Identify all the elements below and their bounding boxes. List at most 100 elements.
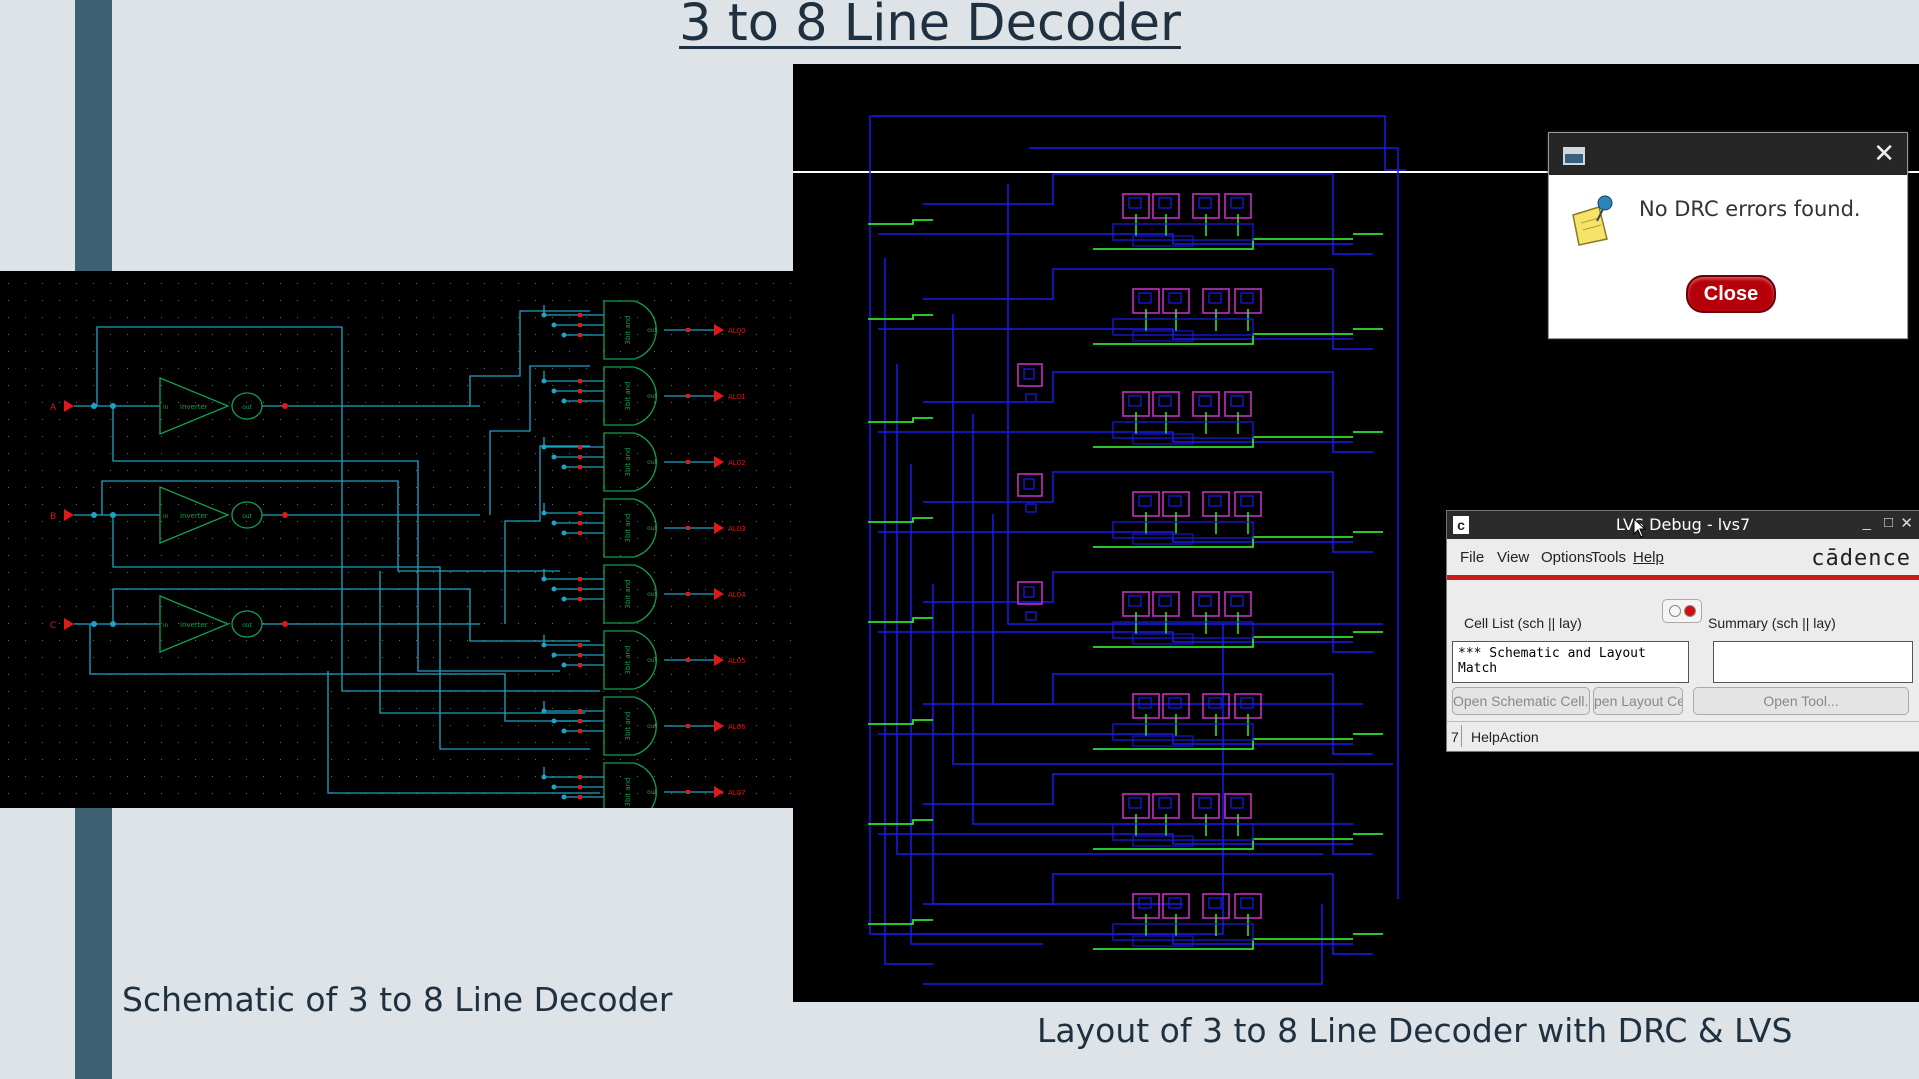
minimize-icon[interactable]: _ [1863,514,1871,531]
grid-dot [773,521,774,522]
grid-dot [42,368,43,369]
grid-dot [654,283,655,284]
grid-dot [212,402,213,403]
grid-dot [8,334,9,335]
grid-dot [552,708,553,709]
grid-dot [586,300,587,301]
grid-dot [212,504,213,505]
view-toggle[interactable] [1662,599,1702,623]
grid-dot [382,300,383,301]
close-button[interactable]: Close [1686,275,1776,313]
close-icon[interactable]: ✕ [1900,514,1913,532]
junction [551,454,557,460]
input-label: A [50,403,57,413]
grid-dot [705,538,706,539]
grid-dot [144,572,145,573]
menu-view[interactable]: View [1497,549,1529,566]
menu-options[interactable]: Options [1541,549,1593,566]
grid-dot [229,725,230,726]
mouse-cursor-icon [1633,518,1647,538]
grid-dot [8,589,9,590]
grid-dot [59,300,60,301]
inverter-pin-in: in [163,513,169,520]
menu-help[interactable]: Help [1633,549,1664,566]
menu-file[interactable]: File [1460,549,1484,566]
grid-dot [42,402,43,403]
grid-dot [229,487,230,488]
open-tool-button[interactable]: Open Tool... [1693,687,1909,715]
grid-dot [790,521,791,522]
grid-dot [144,504,145,505]
grid-dot [144,555,145,556]
grid-dot [671,419,672,420]
grid-dot [110,657,111,658]
grid-dot [773,300,774,301]
cell-list-box[interactable]: *** Schematic and Layout Match [1452,641,1689,683]
close-icon[interactable]: ✕ [1873,139,1895,169]
grid-dot [25,504,26,505]
drc-dialog-titlebar[interactable]: ✕ [1549,133,1907,175]
grid-dot [382,470,383,471]
grid-dot [93,368,94,369]
grid-dot [348,759,349,760]
grid-dot [246,572,247,573]
grid-dot [569,504,570,505]
grid-dot [569,351,570,352]
grid-dot [739,300,740,301]
grid-dot [552,742,553,743]
grid-dot [348,453,349,454]
grid-dot [331,572,332,573]
menu-tools[interactable]: Tools [1591,549,1626,566]
grid-dot [246,555,247,556]
open-schematic-cell-button[interactable]: Open Schematic Cell... [1452,687,1590,715]
grid-dot [25,776,26,777]
grid-dot [314,334,315,335]
grid-dot [518,334,519,335]
grid-dot [671,317,672,318]
lvs-window-title: LVS Debug - lvs7 [1615,515,1751,534]
metal-strap [1112,521,1254,539]
contact [1025,503,1037,513]
open-layout-cell-button[interactable]: pen Layout Cel [1593,687,1683,715]
grid-dot [739,283,740,284]
grid-dot [501,283,502,284]
grid-dot [382,317,383,318]
grid-dot [399,640,400,641]
grid-dot [671,504,672,505]
grid-dot [705,555,706,556]
grid-dot [144,725,145,726]
grid-dot [42,776,43,777]
grid-dot [518,368,519,369]
junction [561,662,567,668]
grid-dot [127,351,128,352]
grid-dot [42,521,43,522]
grid-dot [773,589,774,590]
grid-dot [433,504,434,505]
grid-dot [518,572,519,573]
grid-dot [569,572,570,573]
contact [1168,697,1182,709]
grid-dot [433,759,434,760]
grid-dot [144,776,145,777]
grid-dot [416,776,417,777]
grid-dot [739,708,740,709]
grid-dot [790,334,791,335]
grid-dot [433,351,434,352]
poly-route [868,719,933,725]
summary-box[interactable] [1713,641,1913,683]
grid-dot [382,725,383,726]
grid-dot [76,759,77,760]
maximize-icon[interactable]: □ [1884,514,1893,531]
grid-dot [620,708,621,709]
grid-dot [688,657,689,658]
grid-dot [637,470,638,471]
lvs-titlebar[interactable]: c LVS Debug - lvs7 _ □ ✕ [1447,511,1919,539]
grid-dot [620,317,621,318]
grid-dot [671,453,672,454]
grid-dot [178,640,179,641]
grid-dot [110,487,111,488]
grid-dot [42,555,43,556]
grid-dot [620,657,621,658]
grid-dot [739,521,740,522]
grid-dot [127,793,128,794]
